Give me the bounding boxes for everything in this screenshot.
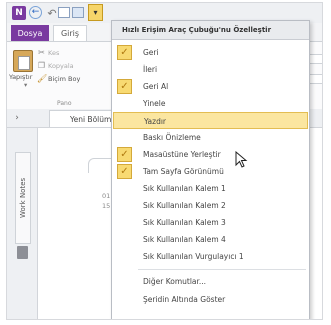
menu-item-more-commands[interactable]: Diğer Komutlar...: [113, 273, 308, 290]
section-tab-label: Yeni Bölüm: [70, 114, 112, 124]
menu-item-label: Sık Kullanılan Vurgulayıcı 1: [143, 252, 244, 261]
menu-item-show-below-ribbon[interactable]: Şeridin Altında Göster: [113, 291, 308, 308]
menu-item-label: Sık Kullanılan Kalem 4: [143, 235, 226, 244]
menu-title: Hızlı Erişim Araç Çubuğu'nu Özelleştir: [112, 21, 309, 40]
copy-icon[interactable]: ❐: [37, 62, 46, 70]
menu-item-favorite-pen-1[interactable]: Sık Kullanılan Kalem 1: [113, 180, 308, 197]
menu-item-label: Yazdır: [144, 117, 167, 126]
menu-item-favorite-pen-4[interactable]: Sık Kullanılan Kalem 4: [113, 231, 308, 248]
notebook-name: Work Notes: [19, 177, 27, 219]
format-painter-label[interactable]: Biçim Boy: [48, 75, 80, 83]
menu-item-label: Tam Sayfa Görünümü: [143, 167, 224, 176]
notebook-icon[interactable]: [17, 246, 28, 259]
tab-home[interactable]: Giriş: [53, 25, 87, 41]
customize-qat-dropdown-button[interactable]: ▾: [88, 4, 103, 21]
checkmark-icon: ✓: [117, 147, 132, 162]
menu-item-print-preview[interactable]: Baskı Önizleme: [113, 129, 308, 146]
dock-to-desktop-icon[interactable]: [58, 7, 70, 18]
back-icon[interactable]: ←: [29, 6, 42, 19]
menu-item-favorite-highlighter-1[interactable]: Sık Kullanılan Vurgulayıcı 1: [113, 248, 308, 265]
checkmark-icon: ✓: [117, 45, 132, 60]
copy-button-label[interactable]: Kopyala: [48, 62, 74, 70]
customize-qat-menu: Hızlı Erişim Araç Çubuğu'nu Özelleştir ✓…: [111, 20, 310, 319]
menu-item-forward[interactable]: İleri: [113, 61, 308, 78]
onenote-window: N ← ↶ ▾ Dosya Giriş Yapıştır ▾ ✂ Kes ❐ K…: [6, 2, 323, 320]
mouse-cursor-icon: [235, 151, 248, 168]
checkmark-icon: ✓: [117, 164, 132, 179]
tab-file[interactable]: Dosya: [11, 25, 49, 41]
cut-button-label[interactable]: Kes: [48, 49, 59, 57]
notebook-pane: Work Notes: [7, 128, 38, 319]
menu-item-favorite-pen-3[interactable]: Sık Kullanılan Kalem 3: [113, 214, 308, 231]
menu-item-label: Sık Kullanılan Kalem 1: [143, 184, 226, 193]
menu-separator: [138, 269, 306, 270]
menu-item-label: Geri: [143, 48, 159, 57]
menu-item-label: Masaüstüne Yerleştir: [143, 150, 221, 159]
notebook-tab-work-notes[interactable]: Work Notes: [15, 152, 31, 244]
onenote-app-icon[interactable]: N: [12, 6, 26, 20]
menu-item-redo[interactable]: Yinele: [113, 95, 308, 112]
paste-dropdown-icon[interactable]: ▾: [24, 81, 27, 89]
menu-item-back[interactable]: ✓ Geri: [113, 44, 308, 61]
checkmark-icon: ✓: [117, 79, 132, 94]
menu-item-label: Şeridin Altında Göster: [143, 295, 226, 304]
clipboard-group-label: Pano: [57, 100, 72, 107]
menu-item-label: İleri: [143, 65, 158, 74]
expand-navigation-icon[interactable]: ›: [11, 112, 23, 124]
menu-item-full-page-view[interactable]: ✓ Tam Sayfa Görünümü: [113, 163, 308, 180]
menu-item-label: Yinele: [143, 99, 166, 108]
format-painter-icon[interactable]: 🖌: [37, 75, 47, 83]
menu-item-label: Sık Kullanılan Kalem 3: [143, 218, 226, 227]
paste-icon[interactable]: [13, 50, 33, 72]
menu-item-label: Diğer Komutlar...: [143, 277, 207, 286]
menu-item-undo[interactable]: ✓ Geri Al: [113, 78, 308, 95]
paste-button-label[interactable]: Yapıştır: [9, 73, 32, 81]
menu-item-label: Geri Al: [143, 82, 169, 91]
menu-item-label: Baskı Önizleme: [143, 133, 201, 142]
section-tab-new[interactable]: Yeni Bölüm: [49, 110, 119, 127]
undo-icon[interactable]: ↶: [45, 6, 59, 20]
menu-item-dock-to-desktop[interactable]: ✓ Masaüstüne Yerleştir: [113, 146, 308, 163]
cut-icon[interactable]: ✂: [37, 49, 46, 57]
menu-item-favorite-pen-2[interactable]: Sık Kullanılan Kalem 2: [113, 197, 308, 214]
menu-item-print[interactable]: Yazdır: [113, 112, 308, 129]
full-page-view-icon[interactable]: [72, 7, 84, 18]
menu-item-label: Sık Kullanılan Kalem 2: [143, 201, 226, 210]
